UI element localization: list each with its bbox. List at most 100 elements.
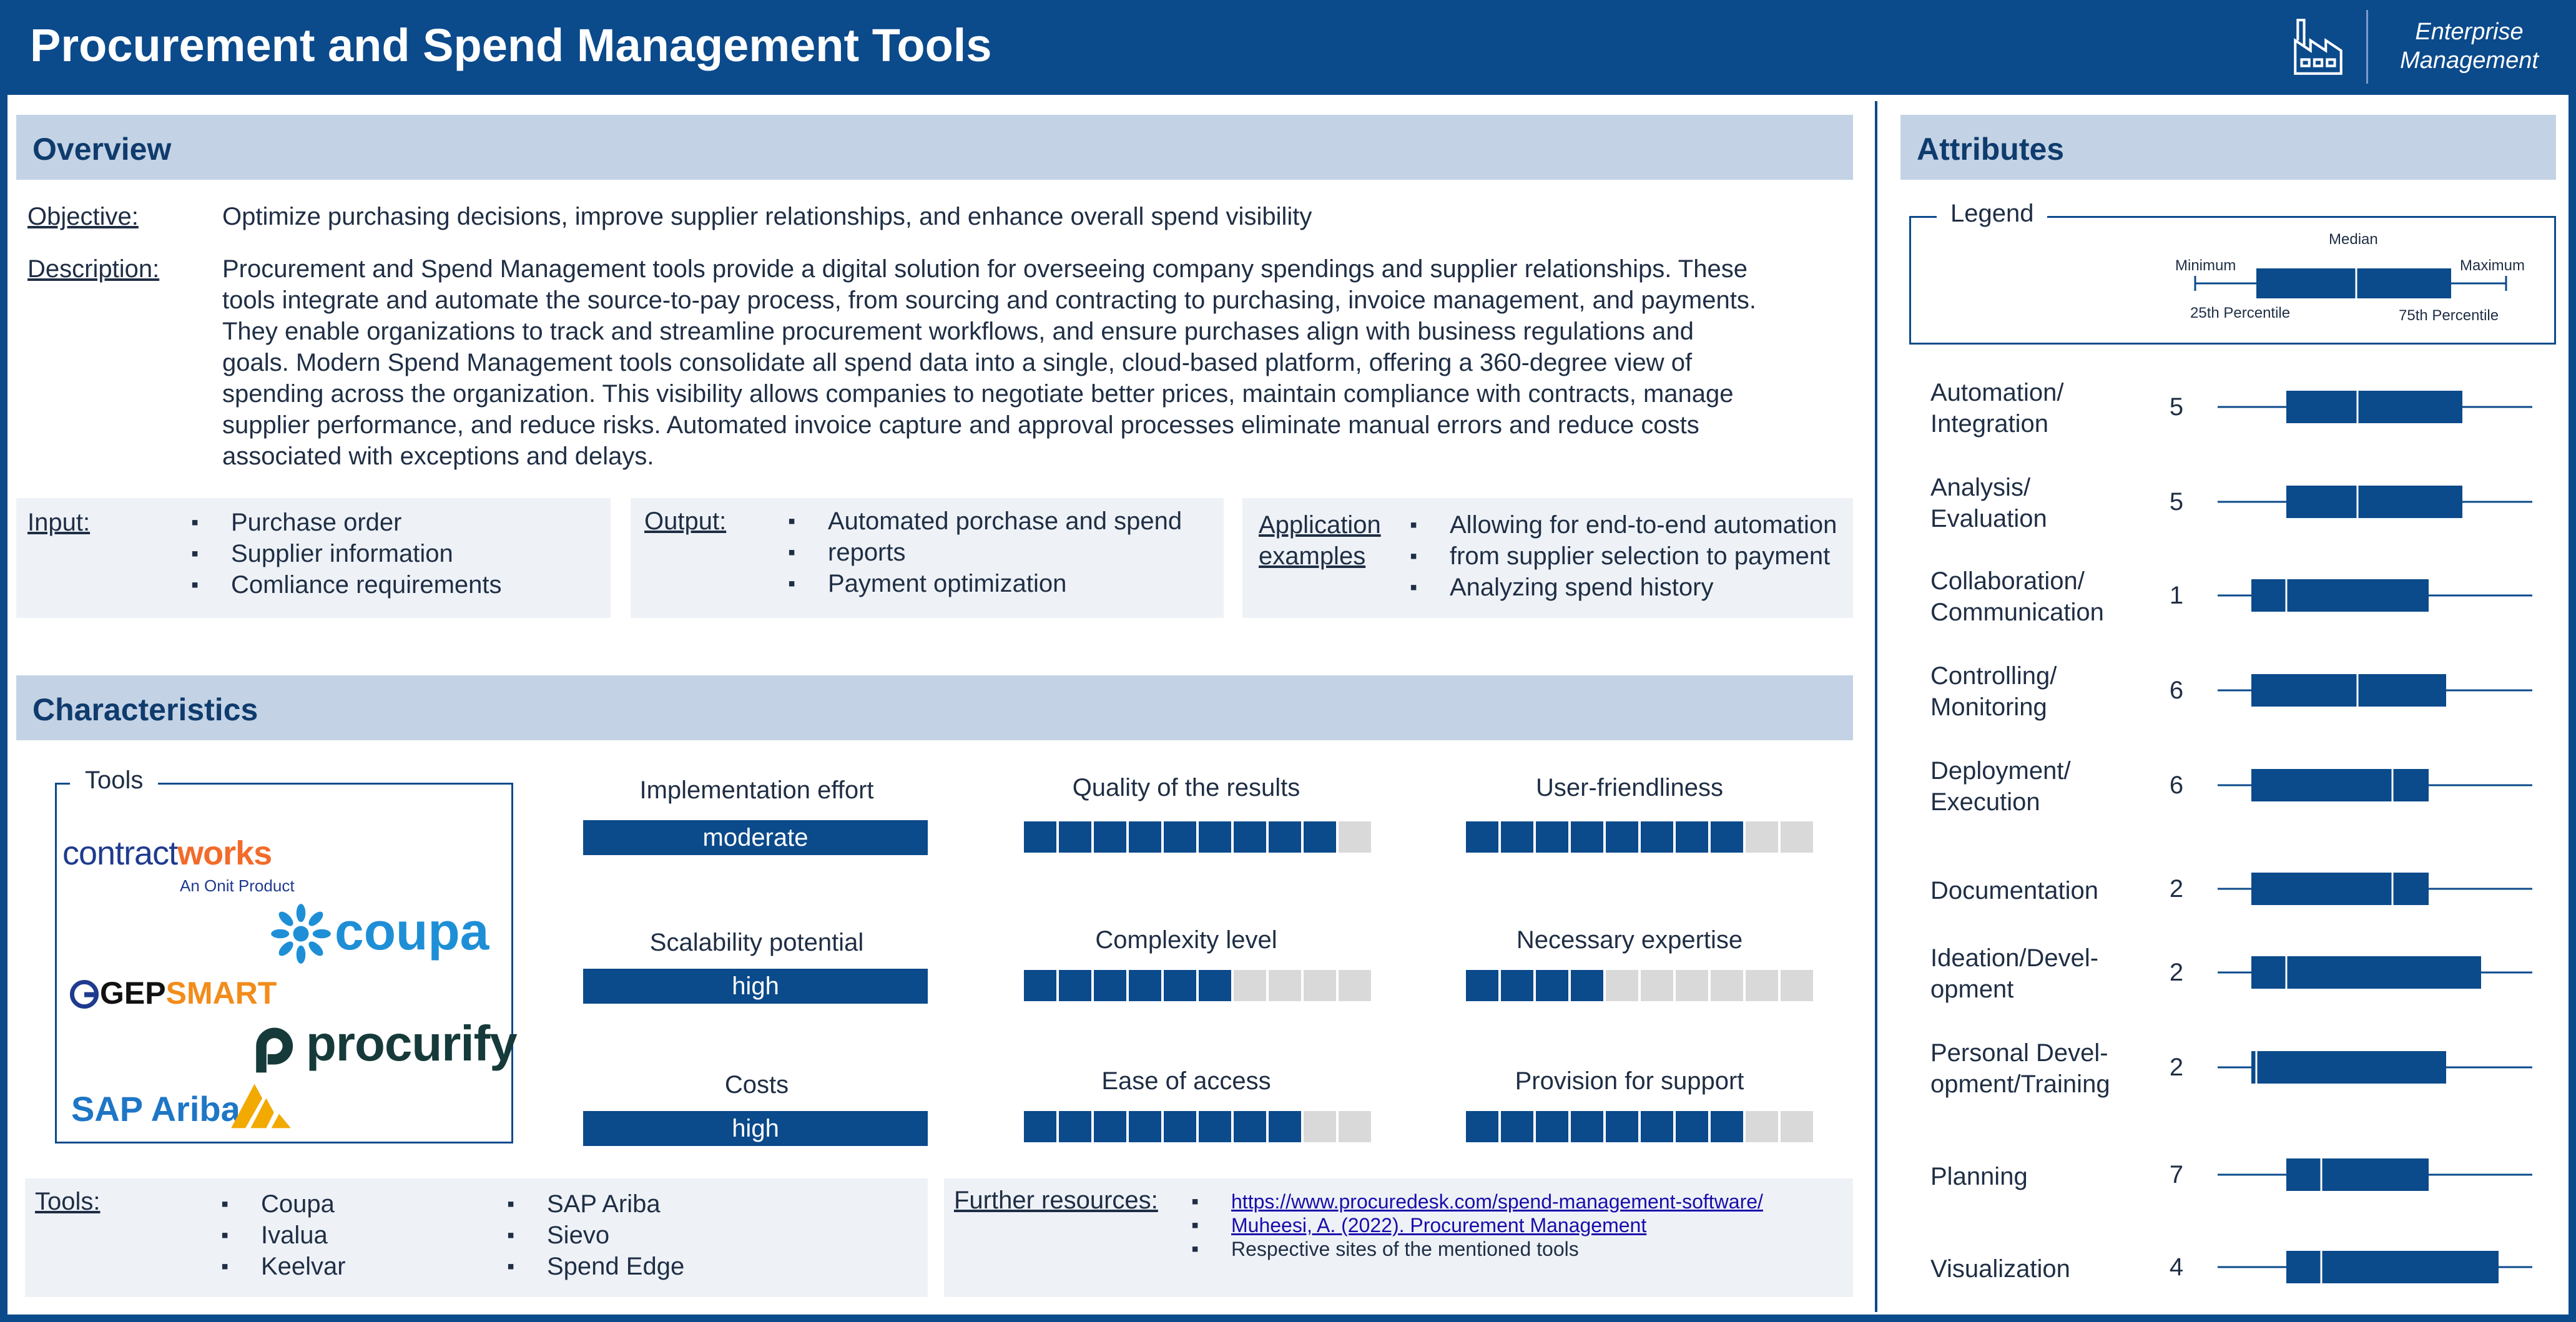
- attribute-value: 2: [2169, 875, 2184, 903]
- complexity-label: Complexity level: [1095, 926, 1277, 954]
- attribute-name-line: Visualization: [1930, 1255, 2070, 1283]
- description-line: supplier performance, and reduce risks. …: [222, 411, 1699, 439]
- rating-cell-filled: [1641, 1111, 1673, 1142]
- list-item-continued: reports: [788, 537, 1182, 568]
- application-label-line-2: examples: [1259, 542, 1366, 570]
- objective-label: Objective:: [27, 203, 139, 230]
- attribute-boxplot: [2218, 769, 2532, 801]
- header-bar: Procurement and Spend Management Tools E…: [0, 0, 2576, 95]
- attribute-name-line: Personal Devel-: [1930, 1039, 2108, 1067]
- sap-ariba-logo-mark: [231, 1084, 291, 1129]
- rating-cell-filled: [1129, 821, 1161, 853]
- input-label: Input:: [27, 509, 91, 536]
- implementation-effort-value: moderate: [583, 820, 928, 855]
- attribute-boxplot: [2218, 579, 2532, 612]
- boxplot-box: [2251, 674, 2446, 707]
- output-list: Automated porchase and spend reports Pay…: [788, 506, 1182, 599]
- rating-cell-empty: [1234, 970, 1266, 1001]
- rating-cell-empty: [1339, 1111, 1371, 1142]
- attribute-value: 6: [2169, 771, 2184, 799]
- rating-cell-filled: [1571, 970, 1603, 1001]
- attribute-name-line: Execution: [1930, 788, 2040, 816]
- attribute-boxplot: [2218, 956, 2532, 989]
- rating-cell-empty: [1781, 1111, 1813, 1142]
- attribute-name: Visualization: [1930, 1253, 2155, 1285]
- list-item: Comliance requirements: [191, 569, 502, 600]
- attribute-boxplot: [2218, 1051, 2532, 1084]
- rating-cell-filled: [1199, 1111, 1231, 1142]
- boxplot-box: [2286, 1158, 2429, 1191]
- rating-cell-filled: [1024, 970, 1056, 1001]
- list-item: SAP Ariba: [507, 1188, 684, 1220]
- rating-cell-filled: [1164, 821, 1196, 853]
- objective-text: Optimize purchasing decisions, improve s…: [222, 203, 1312, 230]
- contractworks-logo: contractworks: [62, 834, 272, 873]
- attribute-name: Controlling/Monitoring: [1930, 660, 2155, 723]
- list-item-continued: from supplier selection to payment: [1410, 541, 1837, 572]
- attribute-name-line: opment/Training: [1930, 1070, 2110, 1098]
- boxplot-box: [2286, 391, 2462, 423]
- resource-item[interactable]: Muheesi, A. (2022). Procurement Manageme…: [1191, 1213, 1763, 1237]
- rating-cell-filled: [1094, 1111, 1126, 1142]
- rating-cell-empty: [1339, 821, 1371, 853]
- attribute-boxplot: [2218, 486, 2532, 518]
- rating-cell-filled: [1466, 970, 1498, 1001]
- list-item: Purchase order: [191, 507, 502, 538]
- contractworks-logo-part: works: [177, 835, 272, 872]
- legend-boxplot: [2194, 268, 2507, 298]
- legend-p75-label: 75th Percentile: [2399, 307, 2499, 324]
- contractworks-logo-part: contract: [62, 835, 178, 872]
- legend-median-label: Median: [2329, 231, 2378, 248]
- brand-label: Enterprise Management: [2372, 17, 2566, 75]
- attribute-name: Analysis/Evaluation: [1930, 472, 2155, 534]
- procurify-logo-text: procurify: [306, 1016, 518, 1071]
- input-list: Purchase order Supplier information Coml…: [191, 507, 502, 600]
- overview-heading: Overview: [32, 132, 172, 167]
- legend-box-body: [2256, 268, 2451, 298]
- attribute-name: Collaboration/Communication: [1930, 566, 2155, 628]
- sap-ariba-logo-text: SAP Ariba: [71, 1089, 240, 1129]
- rating-cell-filled: [1129, 970, 1161, 1001]
- rating-cell-filled: [1571, 821, 1603, 853]
- resources-label: Further resources:: [954, 1187, 1158, 1214]
- quality-label: Quality of the results: [1072, 774, 1300, 801]
- resource-link[interactable]: Muheesi, A. (2022). Procurement Manageme…: [1231, 1214, 1646, 1236]
- rating-cell-filled: [1571, 1111, 1603, 1142]
- gep-logo-part: GEP: [100, 976, 166, 1011]
- gep-logo-part: SMART: [165, 976, 277, 1011]
- output-label: Output:: [644, 507, 727, 535]
- list-item: Ivalua: [221, 1220, 346, 1251]
- rating-cell-filled: [1024, 1111, 1056, 1142]
- rating-cell-empty: [1746, 1111, 1778, 1142]
- coupa-logo-mark: [271, 904, 331, 964]
- list-item: Sievo: [507, 1220, 684, 1251]
- rating-cell-filled: [1059, 1111, 1091, 1142]
- rating-cell-filled: [1676, 821, 1708, 853]
- attribute-name-line: Integration: [1930, 410, 2049, 438]
- rating-cell-filled: [1199, 821, 1231, 853]
- attribute-name: Deployment/Execution: [1930, 755, 2155, 818]
- application-list: Allowing for end-to-end automation from …: [1410, 509, 1837, 603]
- attribute-value: 5: [2169, 488, 2184, 516]
- necessary-expertise-label: Necessary expertise: [1516, 926, 1743, 954]
- brand-line-2: Management: [2400, 47, 2539, 74]
- brand-line-1: Enterprise: [2415, 19, 2524, 45]
- rating-cell-filled: [1094, 821, 1126, 853]
- resource-link[interactable]: https://www.procuredesk.com/spend-manage…: [1231, 1190, 1763, 1213]
- boxplot-box: [2251, 1051, 2446, 1084]
- rating-cell-filled: [1466, 1111, 1498, 1142]
- rating-cell-filled: [1536, 821, 1568, 853]
- application-label: Application examples: [1259, 509, 1381, 572]
- rating-cell-filled: [1501, 1111, 1533, 1142]
- costs-label: Costs: [724, 1071, 789, 1099]
- resource-item[interactable]: https://www.procuredesk.com/spend-manage…: [1191, 1190, 1763, 1213]
- boxplot-box: [2286, 486, 2462, 518]
- rating-cell-empty: [1746, 970, 1778, 1001]
- characteristics-heading: Characteristics: [32, 692, 258, 727]
- resource-item: Respective sites of the mentioned tools: [1191, 1237, 1763, 1261]
- attribute-name: Ideation/Devel-opment: [1930, 943, 2155, 1005]
- attribute-value: 7: [2169, 1161, 2184, 1188]
- tools-list-panel: [25, 1178, 928, 1297]
- rating-cell-empty: [1746, 821, 1778, 853]
- tools-box-title: Tools: [70, 766, 159, 795]
